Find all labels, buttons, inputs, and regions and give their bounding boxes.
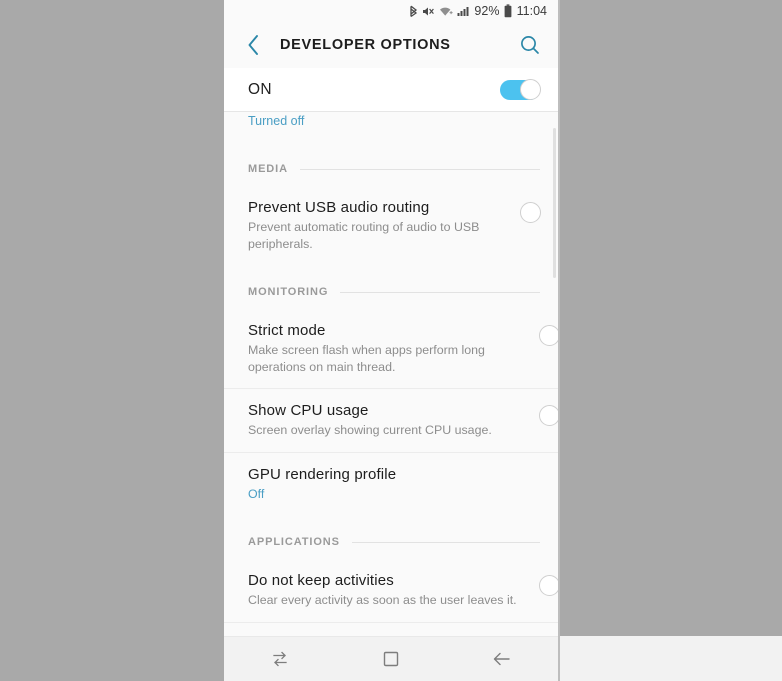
- item-description: Off: [248, 486, 265, 501]
- list-item-gpu-rendering-profile[interactable]: GPU rendering profile Off: [224, 451, 558, 516]
- list-item-do-not-keep-activities[interactable]: Do not keep activities Clear every activ…: [224, 559, 558, 622]
- toggle-knob: [539, 325, 558, 346]
- master-switch-toggle[interactable]: [500, 78, 541, 100]
- navigation-bar: [224, 636, 558, 681]
- section-title: MEDIA: [248, 163, 288, 175]
- signal-icon: [457, 5, 470, 18]
- item-description: Clear every activity as soon as the user…: [248, 593, 517, 607]
- toggle-knob: [539, 575, 558, 596]
- item-texts: Do not keep activities Clear every activ…: [248, 571, 540, 609]
- item-title: Do not keep activities: [248, 572, 394, 589]
- section-title: APPLICATIONS: [248, 536, 340, 548]
- developer-options-master-switch-row[interactable]: ON: [224, 68, 558, 112]
- list-item-limit-background-processes[interactable]: Limit background processes Standard limi…: [224, 621, 558, 637]
- toggle-knob: [539, 405, 558, 426]
- list-item-show-cpu-usage[interactable]: Show CPU usage Screen overlay showing cu…: [224, 388, 558, 452]
- item-title: Strict mode: [248, 322, 326, 339]
- item-description: Make screen flash when apps perform long…: [248, 343, 485, 374]
- item-title: Show CPU usage: [248, 402, 369, 419]
- mute-icon: [422, 5, 435, 18]
- back-arrow-icon[interactable]: [479, 643, 525, 675]
- item-texts: Strict mode Make screen flash when apps …: [248, 321, 540, 375]
- battery-percent: 92%: [474, 4, 500, 18]
- section-rule: [340, 291, 540, 293]
- item-description: Prevent automatic routing of audio to US…: [248, 220, 480, 251]
- item-title: GPU rendering profile: [248, 465, 397, 483]
- item-description: Screen overlay showing current CPU usage…: [248, 423, 492, 437]
- section-header-media: MEDIA: [224, 152, 558, 186]
- section-rule: [299, 168, 540, 170]
- phone-screen: 92% 11:04 DEVELOPER OPTIONS ON Turned of…: [224, 0, 558, 681]
- item-texts: Prevent USB audio routing Prevent automa…: [248, 198, 540, 252]
- wifi-icon: [439, 5, 453, 18]
- section-rule: [351, 541, 540, 543]
- bluetooth-icon: [409, 5, 418, 18]
- phone-right-edge: [558, 0, 560, 681]
- item-texts: Show CPU usage Screen overlay showing cu…: [248, 401, 540, 439]
- backdrop-right-bottom: [558, 636, 782, 681]
- backdrop-right: [558, 0, 782, 681]
- settings-list: Turned off MEDIA Prevent USB audio routi…: [224, 112, 558, 636]
- toggle-knob: [520, 202, 541, 223]
- section-header-applications: APPLICATIONS: [224, 525, 558, 559]
- battery-icon: [504, 4, 512, 18]
- vertical-scrollbar[interactable]: [553, 128, 556, 278]
- app-bar: DEVELOPER OPTIONS: [224, 22, 558, 68]
- list-item-strict-mode[interactable]: Strict mode Make screen flash when apps …: [224, 309, 558, 388]
- status-clock: 11:04: [516, 4, 547, 18]
- list-item-prevent-usb-audio-routing[interactable]: Prevent USB audio routing Prevent automa…: [224, 186, 558, 265]
- item-texts: GPU rendering profile Off: [248, 465, 540, 503]
- screenshot-stage: 92% 11:04 DEVELOPER OPTIONS ON Turned of…: [0, 0, 782, 681]
- home-icon[interactable]: [368, 643, 414, 675]
- backdrop-left: [0, 0, 224, 681]
- item-title: Limit background processes: [248, 635, 530, 637]
- page-title: DEVELOPER OPTIONS: [280, 37, 451, 53]
- toggle-knob: [520, 78, 541, 100]
- item-texts: Limit background processes Standard limi…: [248, 635, 540, 637]
- item-title: Prevent USB audio routing: [248, 199, 430, 216]
- section-header-monitoring: MONITORING: [224, 275, 558, 309]
- status-bar: 92% 11:04: [224, 0, 558, 22]
- master-switch-label: ON: [248, 80, 272, 98]
- back-chevron-icon[interactable]: [240, 32, 266, 58]
- recents-icon[interactable]: [257, 643, 303, 675]
- settings-scroll-area[interactable]: Turned off MEDIA Prevent USB audio routi…: [224, 112, 558, 636]
- section-title: MONITORING: [248, 286, 329, 298]
- list-item[interactable]: Turned off: [224, 112, 558, 142]
- clipped-item-subtitle: Turned off: [248, 114, 305, 128]
- search-icon[interactable]: [516, 31, 544, 59]
